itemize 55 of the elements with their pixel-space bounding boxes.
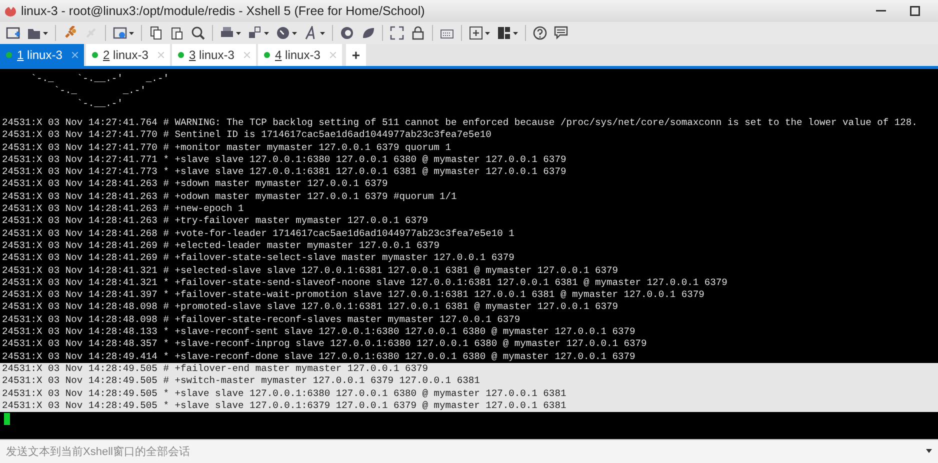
properties-icon [113,26,127,40]
ascii-art-line: `-._ _.-' [52,85,147,98]
log-line: 24531:X 03 Nov 14:27:41.764 # WARNING: The TCP backlog setting of 511 cannot be enforced because /proc/sys/net/core/somaxconn is set to the lower value of 128. [2,117,918,130]
log-line: 24531:X 03 Nov 14:27:41.773 * +slave slave 127.0.0.1:6381 127.0.0.1 6381 @ mymaster 127.0.0.1 6379 [2,166,568,178]
dropdown-caret-icon[interactable] [926,449,932,453]
log-line: 24531:X 03 Nov 14:28:41.397 * +failover-state-wait-promotion slave 127.0.0.1:6381 127.0.0.1 6381 @ mymaster 127.0.0.1 6379 [2,289,706,302]
log-line: 24531:X 03 Nov 14:28:48.133 * +slave-reconf-sent slave 127.0.0.1:6380 127.0.0.1 6380 @ mymaster 127.0.0.1 6379 [2,326,636,338]
add-pane-icon [469,26,483,40]
log-line: 24531:X 03 Nov 14:27:41.770 # Sentinel ID is 1714617cac5ae1d6ad1044977ab23c3fea7e5e10 [2,129,492,142]
ascii-art-line: `-.__.-' [76,98,124,110]
ascii-art-line: `-._ `-.__.-' _.-' [30,73,170,86]
log-line: 24531:X 03 Nov 14:28:41.263 # +try-failover master mymaster 127.0.0.1 6379 [2,215,430,228]
log-line: 24531:X 03 Nov 14:28:41.268 # +vote-for-leader 1714617cac5ae1d6ad1044977ab23c3fea7e5e10 1 [2,228,516,240]
log-line: 24531:X 03 Nov 14:28:41.321 * +failover-state-send-slaveof-noone slave 127.0.0.1:6381 127.0.0.1 6381 @ mymaster 127.0.0.1 6379 [2,276,728,290]
copy-icon [149,26,163,40]
log-line: 24531:X 03 Nov 14:27:41.771 * +slave slave 127.0.0.1:6380 127.0.0.1 6380 @ mymaster 127.0.0.1 6379 [2,154,568,166]
tab-label: 3 linux-3 [189,47,236,64]
session-tab[interactable]: 4 linux-3 [258,44,342,66]
log-line: 24531:X 03 Nov 14:28:41.321 # +selected-slave slave 127.0.0.1:6381 127.0.0.1 6381 @ mymaster 127.0.0.1 6379 [2,264,620,277]
log-line: 24531:X 03 Nov 14:28:41.269 # +failover-state-select-slave master mymaster 127.0.0.1 6379 [2,252,516,265]
fullscreen-icon [390,26,404,40]
session-tab[interactable]: 3 linux-3 [172,44,256,66]
paste-icon [170,26,184,40]
session-tab[interactable]: 2 linux-3 [86,44,170,66]
send-text-field[interactable]: 发送文本到当前Xshell窗口的全部会话 [0,439,938,463]
tab-label: 1 linux-3 [17,47,64,64]
log-line: 24531:X 03 Nov 14:28:48.357 * +slave-reconf-inprog slave 127.0.0.1:6380 127.0.0.1 6380 @ mymaster 127.0.0.1 6379 [2,338,648,351]
log-line: 24531:X 03 Nov 14:28:49.414 * +slave-reconf-done slave 127.0.0.1:6380 127.0.0.1 6380 @ mymaster 127.0.0.1 6379 [2,350,636,363]
app-logo-icon [4,5,17,17]
chat-bubble-icon [554,26,568,40]
folder-icon [27,26,41,40]
help-icon [533,26,547,40]
new-tab-button[interactable]: + [346,44,366,66]
minimize-icon[interactable] [876,10,886,12]
leaf-icon [361,26,375,40]
terminal-cursor [4,413,10,426]
tab-label: 2 linux-3 [103,47,150,64]
plug-icon [63,26,77,40]
log-line: 24531:X 03 Nov 14:28:41.263 # +new-epoch 1 [2,203,245,216]
log-line: 24531:X 03 Nov 14:28:48.098 # +failover-state-reconf-slaves master mymaster 127.0.0.1 6379 [2,314,522,326]
log-line: 24531:X 03 Nov 14:28:48.098 # +promoted-slave slave 127.0.0.1:6381 127.0.0.1 6381 @ mymaster 127.0.0.1 6379 [2,301,620,314]
lock-icon [411,26,425,40]
new-session-icon [6,26,20,40]
tab-label: 4 linux-3 [275,47,322,64]
window-title: linux-3 - root@linux3:/opt/module/redis - Xshell 5 (Free for Home/School) [21,2,426,20]
log-line: 24531:X 03 Nov 14:28:41.269 # +elected-leader master mymaster 127.0.0.1 6379 [2,240,441,252]
log-line: 24531:X 03 Nov 14:28:41.263 # +odown master mymaster 127.0.0.1 6379 #quorum 1/1 [2,190,458,204]
log-line: 24531:X 03 Nov 14:27:41.770 # +monitor master mymaster 127.0.0.1 6379 quorum 1 [2,142,452,154]
transfer-icon [248,26,262,40]
session-tab[interactable]: 1 linux-3 [0,44,84,66]
layout-icon [497,26,511,40]
printer-icon [220,26,234,40]
maximize-icon[interactable] [910,6,920,16]
log-line: 24531:X 03 Nov 14:28:41.263 # +sdown master mymaster 127.0.0.1 6379 [2,178,389,191]
search-icon [191,26,205,40]
